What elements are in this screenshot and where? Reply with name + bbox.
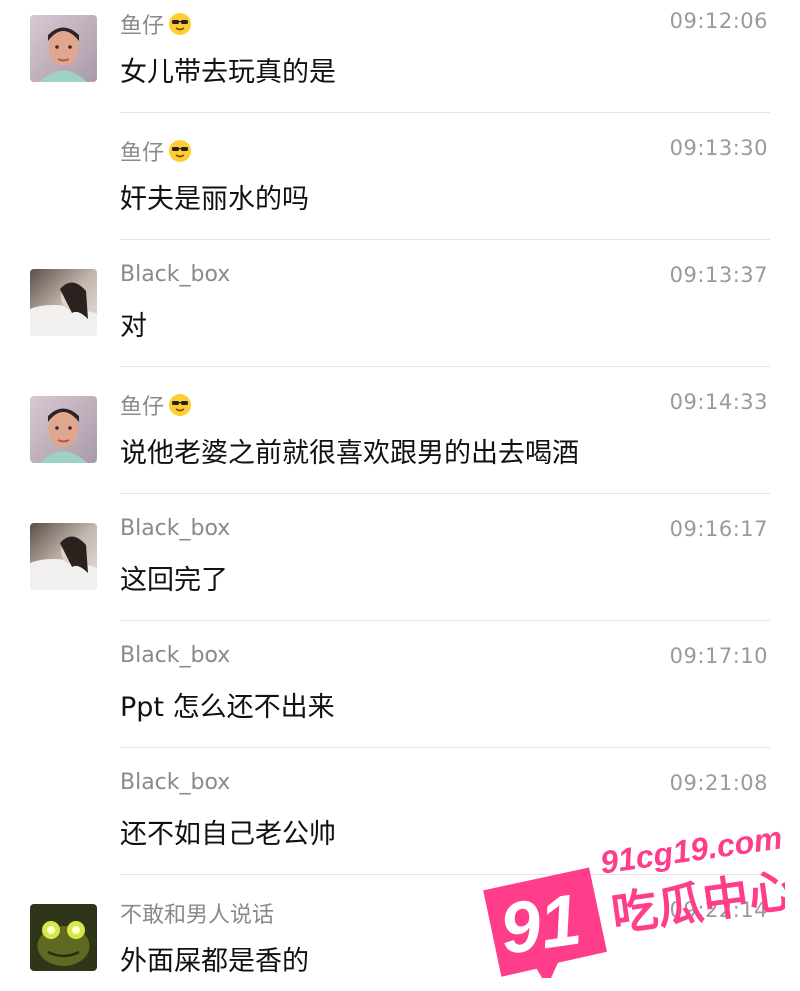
message-text: 奸夫是丽水的吗 [120,184,309,215]
sender-name: Black_box [120,516,231,541]
message-text: 外面屎都是香的 [120,946,309,977]
sender-name: 鱼仔 [120,389,192,421]
divider [120,747,770,748]
message-row: 鱼仔 09:12:06 女儿带去玩真的是 [0,0,800,113]
message-row: 鱼仔 09:14:33 说他老婆之前就很喜欢跟男的出去喝酒 [0,381,800,494]
sender-name: Black_box [120,770,231,795]
frog-avatar-image [30,904,97,971]
timestamp: 09:13:37 [669,263,768,287]
avatar[interactable] [30,15,97,82]
timestamp: 09:14:33 [669,390,768,414]
message-text: 这回完了 [120,565,228,596]
sunglasses-emoji-icon [168,139,192,163]
message-row: Black_box 09:17:10 Ppt 怎么还不出来 [0,635,800,748]
timestamp: 09:17:10 [669,644,768,668]
divider [120,366,770,367]
girl-avatar-image [30,523,97,590]
watermark-logo: 91 91cg19.com 吃瓜中心 [475,808,798,987]
girl-avatar-image [30,269,97,336]
sunglasses-emoji-icon [168,12,192,36]
sender-name: Black_box [120,643,231,668]
sender-name: Black_box [120,262,231,287]
boy-avatar-image [30,15,97,82]
message-text: 对 [120,311,147,342]
sunglasses-emoji-icon [168,393,192,417]
timestamp: 09:16:17 [669,517,768,541]
message-row: 鱼仔 09:13:30 奸夫是丽水的吗 [0,127,800,240]
timestamp: 09:13:30 [669,136,768,160]
sender-name: 鱼仔 [120,135,192,167]
sender-name: 鱼仔 [120,8,192,40]
avatar[interactable] [30,523,97,590]
avatar[interactable] [30,269,97,336]
message-text: 说他老婆之前就很喜欢跟男的出去喝酒 [120,438,579,469]
divider [120,112,770,113]
timestamp: 09:12:06 [669,9,768,33]
message-row: Black_box 09:13:37 对 [0,254,800,367]
sender-name: 不敢和男人说话 [120,903,275,928]
divider [120,493,770,494]
avatar[interactable] [30,396,97,463]
boy-avatar-image [30,396,97,463]
divider [120,239,770,240]
message-text: 女儿带去玩真的是 [120,57,336,88]
timestamp: 09:21:08 [669,771,768,795]
watermark-number: 91 [495,880,585,970]
avatar[interactable] [30,904,97,971]
message-text: Ppt 怎么还不出来 [120,692,335,723]
message-row: Black_box 09:16:17 这回完了 [0,508,800,621]
divider [120,620,770,621]
message-text: 还不如自己老公帅 [120,819,336,850]
